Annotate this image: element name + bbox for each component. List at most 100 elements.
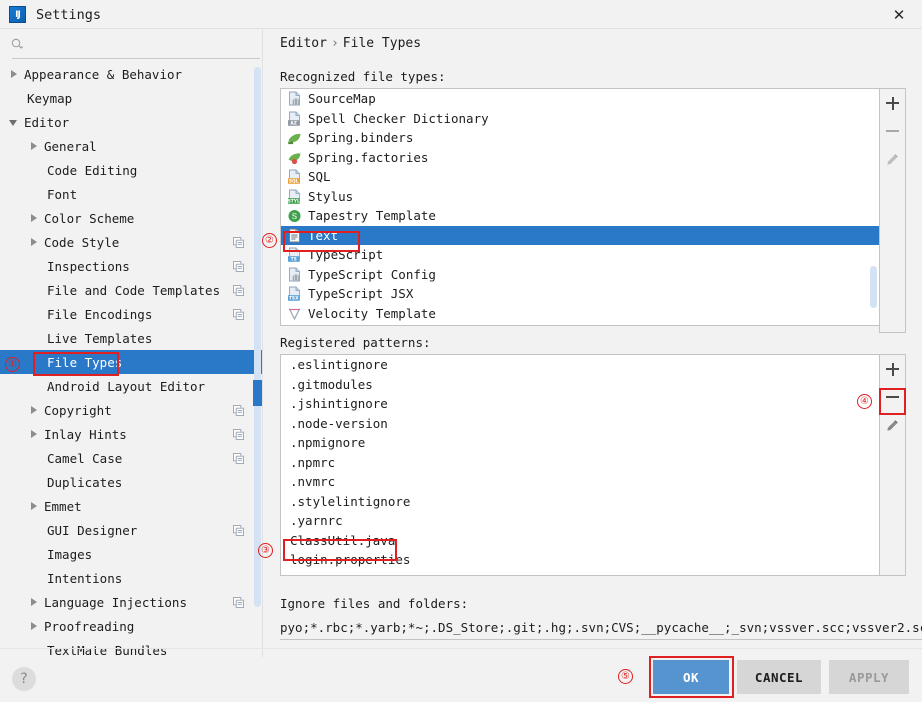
chevron-right-icon[interactable] <box>28 620 41 633</box>
registered-patterns-list[interactable]: .eslintignore .gitmodules .jshintignore .no… <box>280 354 880 576</box>
sidebar-item-emmet[interactable]: Emmet <box>0 494 262 518</box>
breadcrumb-root[interactable]: Editor <box>280 36 327 51</box>
chevron-right-icon[interactable] <box>28 236 41 249</box>
pattern-row[interactable]: .yarnrc <box>281 511 879 531</box>
sidebar-item-live-templates[interactable]: Live Templates <box>0 326 262 350</box>
file-type-row[interactable]: TS TypeScript <box>281 245 879 265</box>
add-file-type-button[interactable] <box>880 89 905 117</box>
copy-settings-icon[interactable] <box>233 428 244 440</box>
file-type-row[interactable]: STYL Stylus <box>281 187 879 207</box>
sidebar-item-label: Copyright <box>44 402 112 418</box>
pattern-row[interactable]: .eslintignore <box>281 355 879 375</box>
file-type-row[interactable]: AZ Spell Checker Dictionary <box>281 109 879 129</box>
tapestry-icon: S <box>287 208 302 223</box>
copy-settings-icon[interactable] <box>233 596 244 608</box>
sidebar-item-file-and-code-templates[interactable]: File and Code Templates <box>0 278 262 302</box>
svg-text:S: S <box>292 212 297 221</box>
file-type-row[interactable]: Velocity Template <box>281 304 879 324</box>
chevron-right-icon[interactable] <box>8 68 21 81</box>
sidebar-item-language-injections[interactable]: Language Injections <box>0 590 262 614</box>
chevron-right-icon[interactable] <box>28 428 41 441</box>
sidebar-item-proofreading[interactable]: Proofreading <box>0 614 262 638</box>
search-input[interactable] <box>30 35 255 55</box>
pattern-name: .nvmrc <box>290 474 336 490</box>
pattern-row[interactable]: .npmrc <box>281 453 879 473</box>
sidebar-item-gui-designer[interactable]: GUI Designer <box>0 518 262 542</box>
dictionary-file-icon: AZ <box>287 111 302 126</box>
copy-settings-icon[interactable] <box>233 404 244 416</box>
copy-settings-icon[interactable] <box>233 452 244 464</box>
sidebar-item-duplicates[interactable]: Duplicates <box>0 470 262 494</box>
ok-button[interactable]: OK <box>653 660 729 694</box>
sidebar-scrollbar-track[interactable] <box>254 67 261 607</box>
copy-settings-icon[interactable] <box>233 260 244 272</box>
sidebar-item-label: Code Editing <box>47 162 138 178</box>
file-type-row[interactable]: SQL SQL <box>281 167 879 187</box>
remove-pattern-button[interactable] <box>880 383 905 411</box>
file-type-name: SourceMap <box>308 91 376 107</box>
recognized-file-types-list[interactable]: {} SourceMap AZ Spell Checker Dictionary Spr… <box>280 88 880 326</box>
add-pattern-button[interactable] <box>880 355 905 383</box>
sidebar-item-code-editing[interactable]: Code Editing <box>0 158 262 182</box>
chevron-down-icon[interactable] <box>8 116 21 129</box>
copy-settings-icon[interactable] <box>233 236 244 248</box>
chevron-right-icon[interactable] <box>28 212 41 225</box>
file-types-toolbar <box>879 88 906 333</box>
pattern-row[interactable]: .node-version <box>281 414 879 434</box>
svg-text:TSX: TSX <box>289 296 299 301</box>
sidebar-item-editor[interactable]: Editor <box>0 110 262 134</box>
svg-text:{}: {} <box>293 275 299 281</box>
sidebar-item-keymap[interactable]: Keymap <box>0 86 262 110</box>
sidebar-item-font[interactable]: Font <box>0 182 262 206</box>
sidebar-item-color-scheme[interactable]: Color Scheme <box>0 206 262 230</box>
file-type-row[interactable]: Spring.factories <box>281 148 879 168</box>
sidebar-item-inlay-hints[interactable]: Inlay Hints <box>0 422 262 446</box>
copy-settings-icon[interactable] <box>233 284 244 296</box>
chevron-right-icon[interactable] <box>28 500 41 513</box>
pattern-row[interactable]: ClassUtil.java <box>281 531 879 551</box>
copy-settings-icon[interactable] <box>233 308 244 320</box>
pattern-row[interactable]: .npmignore <box>281 433 879 453</box>
ignore-files-input[interactable] <box>280 616 922 638</box>
sidebar-item-camel-case[interactable]: Camel Case <box>0 446 262 470</box>
sidebar-item-general[interactable]: General <box>0 134 262 158</box>
pencil-icon <box>887 153 898 165</box>
sidebar-item-label: File Types <box>47 354 123 370</box>
file-type-row[interactable]: S Tapestry Template <box>281 206 879 226</box>
intellij-idea-logo-icon: IJ <box>9 6 26 23</box>
pattern-row[interactable]: .gitmodules <box>281 375 879 395</box>
file-type-row[interactable]: Spring.binders <box>281 128 879 148</box>
copy-settings-icon[interactable] <box>233 524 244 536</box>
file-type-name: Spring.binders <box>308 130 414 146</box>
sidebar-item-appearance-behavior[interactable]: Appearance & Behavior <box>0 62 262 86</box>
file-type-row[interactable]: TSX TypeScript JSX <box>281 284 879 304</box>
chevron-right-icon[interactable] <box>28 404 41 417</box>
help-button[interactable]: ? <box>12 667 36 691</box>
breadcrumb-separator-icon: › <box>330 36 339 51</box>
sidebar-item-images[interactable]: Images <box>0 542 262 566</box>
chevron-right-icon[interactable] <box>28 140 41 153</box>
sidebar-item-intentions[interactable]: Intentions <box>0 566 262 590</box>
file-type-row[interactable]: {} TypeScript Config <box>281 265 879 285</box>
cancel-button[interactable]: CANCEL <box>737 660 821 694</box>
edit-pattern-button[interactable] <box>880 411 905 439</box>
pattern-row[interactable]: .jshintignore <box>281 394 879 414</box>
typescript-file-icon: TS <box>287 247 302 263</box>
sidebar-item-copyright[interactable]: Copyright <box>0 398 262 422</box>
sidebar-item-file-types[interactable]: File Types <box>0 350 262 374</box>
pattern-row[interactable]: .nvmrc <box>281 472 879 492</box>
chevron-right-icon[interactable] <box>28 596 41 609</box>
file-list-scrollbar-thumb[interactable] <box>870 266 877 308</box>
svg-text:{}: {} <box>293 100 299 106</box>
sidebar-item-code-style[interactable]: Code Style <box>0 230 262 254</box>
file-type-name: TypeScript <box>308 247 384 263</box>
sidebar-scrollbar-thumb[interactable] <box>253 380 262 406</box>
pattern-row[interactable]: .stylelintignore <box>281 492 879 512</box>
pattern-row[interactable]: login.properties <box>281 550 879 570</box>
file-type-row[interactable]: Text <box>281 225 879 245</box>
sidebar-item-file-encodings[interactable]: File Encodings <box>0 302 262 326</box>
sidebar-item-inspections[interactable]: Inspections <box>0 254 262 278</box>
sidebar-item-android-layout-editor[interactable]: Android Layout Editor <box>0 374 262 398</box>
close-icon[interactable]: ✕ <box>876 0 922 29</box>
file-type-row[interactable]: {} SourceMap <box>281 89 879 109</box>
